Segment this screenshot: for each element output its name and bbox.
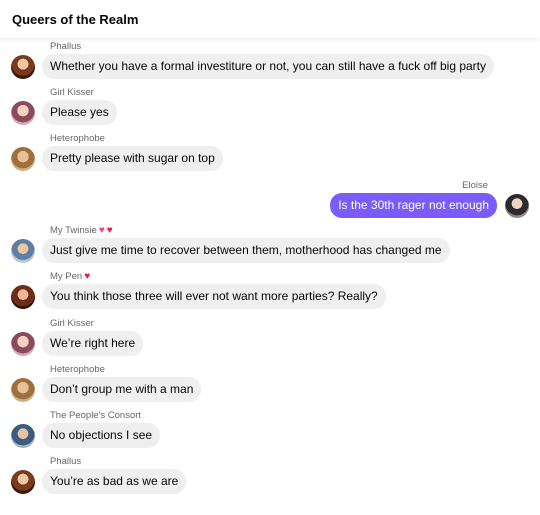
- chat-header: Queers of the Realm: [0, 0, 540, 38]
- message-bubble[interactable]: We’re right here: [42, 331, 144, 356]
- sender-name: The People's Consort: [50, 410, 142, 421]
- chat-title: Queers of the Realm: [12, 12, 139, 27]
- sender-name: Heterophobe: [50, 364, 105, 375]
- avatar[interactable]: [505, 194, 529, 218]
- message-bubble[interactable]: You think those three will ever not want…: [42, 284, 386, 309]
- sender-name: Girl Kisser: [50, 318, 94, 329]
- message-bubble[interactable]: Don’t group me with a man: [42, 377, 202, 402]
- message-bubble[interactable]: Whether you have a formal investiture or…: [42, 54, 495, 79]
- avatar[interactable]: [11, 239, 35, 263]
- message-bubble[interactable]: Just give me time to recover between the…: [42, 238, 450, 263]
- avatar[interactable]: [11, 378, 35, 402]
- avatar[interactable]: [11, 147, 35, 171]
- avatar[interactable]: [11, 55, 35, 79]
- message-bubble[interactable]: Pretty please with sugar on top: [42, 146, 223, 171]
- sender-label: My Pen: [50, 271, 83, 282]
- sender-label: My Twinsie: [50, 225, 97, 236]
- message-bubble[interactable]: Please yes: [42, 100, 117, 125]
- red-heart-icon: ♥: [84, 271, 91, 282]
- sender-name: Phallus: [50, 456, 82, 467]
- avatar[interactable]: [11, 332, 35, 356]
- sender-name: My Twinsie ♥ ♥: [50, 225, 113, 237]
- sender-name: Girl Kisser: [50, 87, 94, 98]
- avatar[interactable]: [11, 424, 35, 448]
- sender-name: Heterophobe: [50, 133, 105, 144]
- pink-heart-icon: ♥: [98, 225, 105, 236]
- message-list[interactable]: Phallus Whether you have a formal invest…: [0, 38, 540, 515]
- avatar[interactable]: [11, 101, 35, 125]
- sender-name: Phallus: [50, 41, 82, 52]
- message-bubble[interactable]: Is the 30th rager not enough: [330, 193, 497, 218]
- sender-name: Eloise: [462, 180, 488, 191]
- sender-name: My Pen ♥: [50, 271, 90, 283]
- avatar[interactable]: [11, 285, 35, 309]
- avatar[interactable]: [11, 470, 35, 494]
- message-bubble[interactable]: You’re as bad as we are: [42, 469, 187, 494]
- message-bubble[interactable]: No objections I see: [42, 423, 161, 448]
- red-heart-icon: ♥: [106, 225, 113, 236]
